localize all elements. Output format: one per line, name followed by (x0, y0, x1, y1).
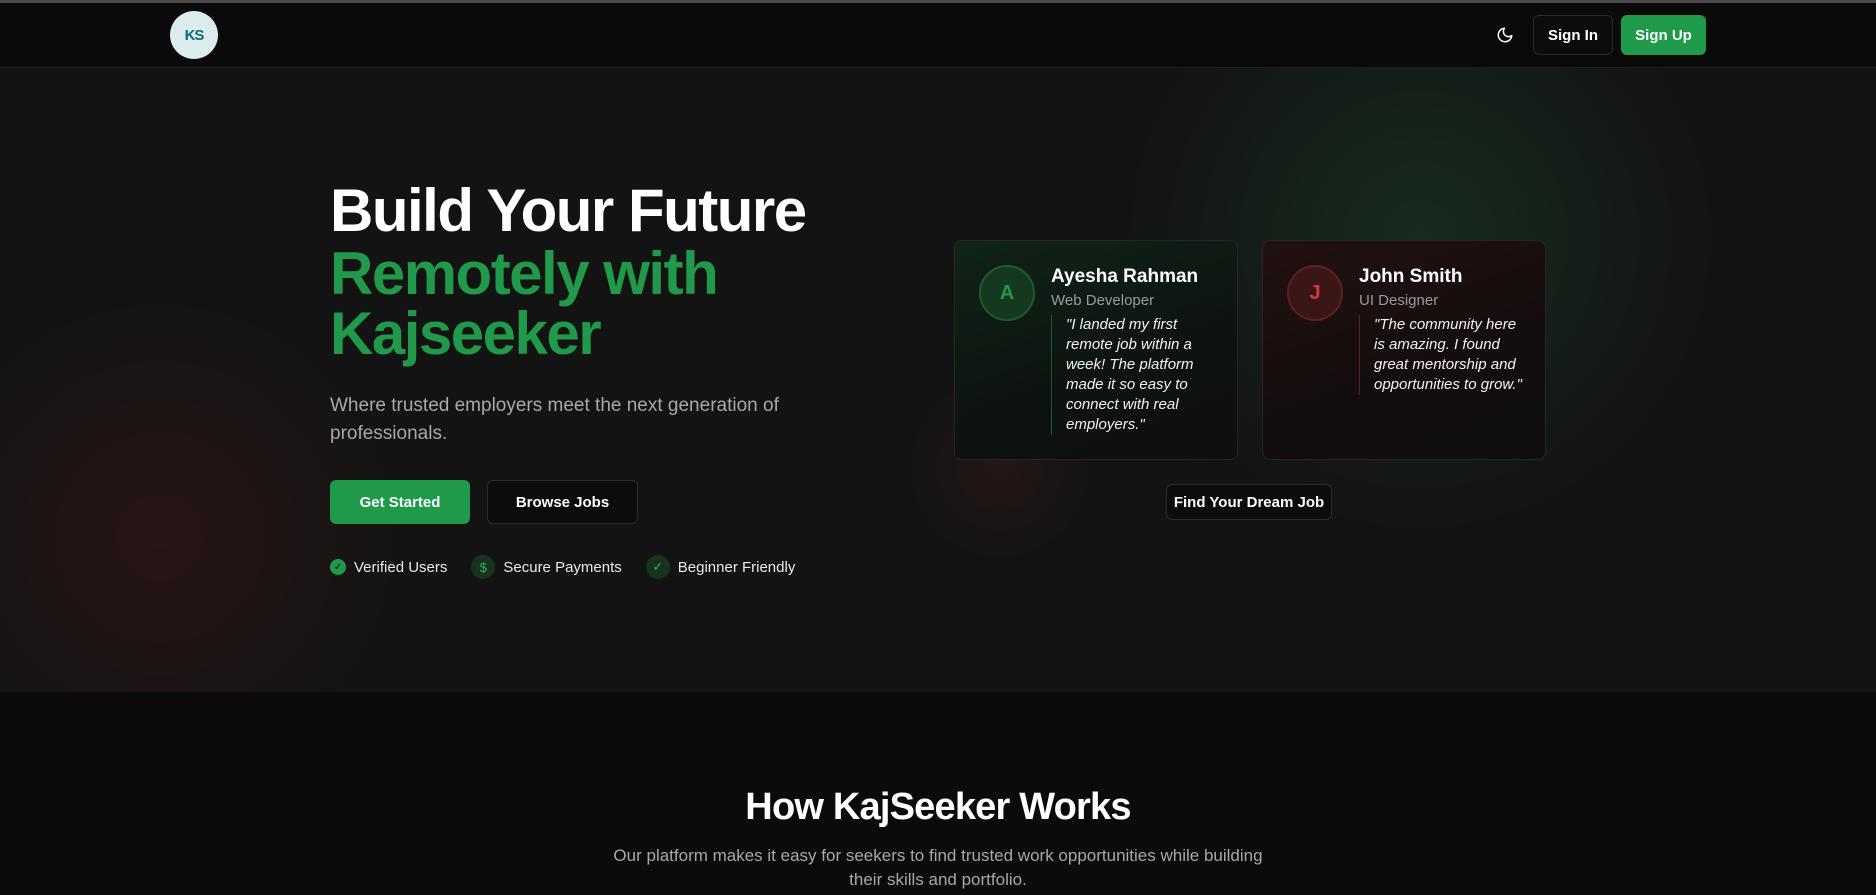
testimonial-quote: "The community here is amazing. I found … (1359, 315, 1527, 395)
testimonial-card: A Ayesha Rahman Web Developer "I landed … (954, 240, 1238, 460)
navbar: KS Sign In Sign Up (0, 3, 1876, 68)
badge-label: Verified Users (354, 558, 448, 576)
get-started-button[interactable]: Get Started (330, 480, 470, 524)
testimonial-role: UI Designer (1359, 292, 1439, 309)
theme-toggle-button[interactable] (1490, 20, 1520, 50)
testimonial-role: Web Developer (1051, 292, 1155, 309)
check-circle-icon: ✓ (330, 559, 346, 575)
dollar-icon: $ (471, 555, 496, 579)
testimonial-name: John Smith (1359, 266, 1463, 287)
find-dream-job-button[interactable]: Find Your Dream Job (1166, 484, 1332, 520)
testimonial-name: Ayesha Rahman (1051, 266, 1199, 287)
badge-label: Secure Payments (503, 558, 622, 576)
badge-secure-payments: $ Secure Payments (471, 555, 622, 579)
badge-beginner-friendly: ✓ Beginner Friendly (645, 555, 796, 579)
check-icon: ✓ (645, 555, 670, 579)
testimonial-card: J John Smith UI Designer "The community … (1262, 240, 1546, 460)
hero-section: Build Your Future Remotely with Kajseeke… (0, 68, 1876, 692)
section-subtitle: Our platform makes it easy for seekers t… (613, 846, 1263, 889)
badge-verified-users: ✓ Verified Users (330, 559, 447, 576)
section-title: How KajSeeker Works (745, 786, 1131, 828)
avatar: A (979, 265, 1035, 321)
moon-icon (1497, 27, 1513, 43)
badge-label: Beginner Friendly (677, 558, 796, 576)
browse-jobs-button[interactable]: Browse Jobs (487, 480, 638, 524)
hero-title-line2: Remotely with Kajseeker (330, 240, 719, 367)
testimonial-quote: "I landed my first remote job within a w… (1051, 315, 1219, 435)
hero-title-line1: Build Your Future (330, 177, 807, 244)
sign-in-button[interactable]: Sign In (1533, 15, 1613, 55)
logo[interactable]: KS (170, 11, 218, 59)
avatar: J (1287, 265, 1343, 321)
logo-text: KS (184, 26, 205, 44)
how-it-works-section: How KajSeeker Works Our platform makes i… (0, 692, 1876, 895)
trust-badges: ✓ Verified Users $ Secure Payments ✓ Beg… (330, 555, 819, 579)
sign-up-button[interactable]: Sign Up (1621, 15, 1706, 55)
hero-subtitle: Where trusted employers meet the next ge… (330, 395, 779, 444)
